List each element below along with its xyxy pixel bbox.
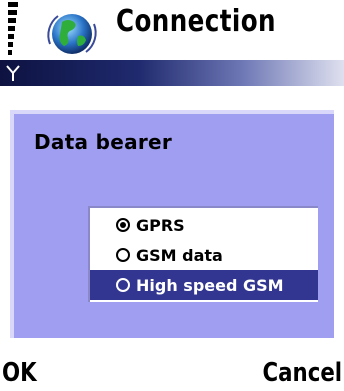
title-bar: Connection [0, 0, 344, 60]
ok-softkey[interactable]: OK [2, 358, 37, 388]
option-gprs[interactable]: GPRS [90, 210, 318, 240]
option-label: GSM data [136, 245, 223, 265]
radio-unselected-icon [116, 248, 130, 262]
bearer-option-list: GPRS GSM data High speed GSM [88, 206, 318, 302]
option-gsm-data[interactable]: GSM data [90, 240, 318, 270]
option-label: High speed GSM [136, 275, 284, 295]
radio-selected-icon [116, 218, 130, 232]
title-underline-strip [0, 60, 344, 86]
antenna-icon [6, 65, 20, 81]
softkey-bar: OK Cancel [0, 342, 344, 391]
option-high-speed-gsm[interactable]: High speed GSM [90, 270, 318, 300]
window-title: Connection [116, 4, 276, 39]
option-label: GPRS [136, 215, 185, 235]
dialog-heading: Data bearer [34, 130, 173, 154]
cancel-softkey[interactable]: Cancel [262, 358, 342, 388]
globe-icon [47, 14, 97, 54]
radio-unselected-icon [116, 278, 130, 292]
